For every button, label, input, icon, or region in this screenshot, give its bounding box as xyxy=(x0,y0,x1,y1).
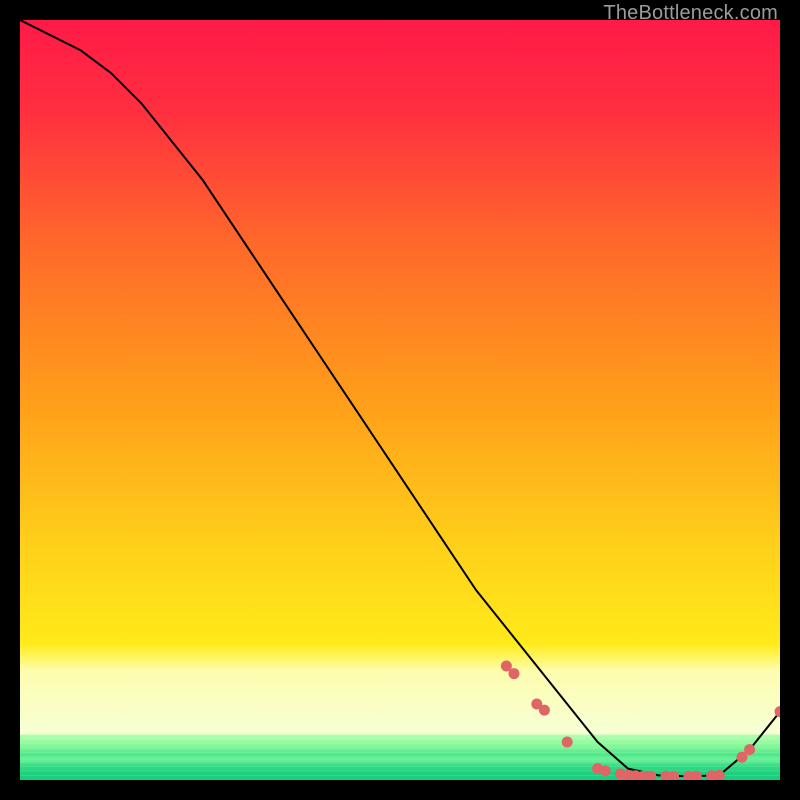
data-point xyxy=(509,668,520,679)
data-point xyxy=(562,737,573,748)
bottleneck-chart xyxy=(20,20,780,780)
plot-area xyxy=(20,20,780,780)
chart-stage: TheBottleneck.com xyxy=(0,0,800,800)
data-point xyxy=(744,744,755,755)
data-point xyxy=(539,705,550,716)
data-point xyxy=(600,765,611,776)
gradient-background xyxy=(20,20,780,780)
